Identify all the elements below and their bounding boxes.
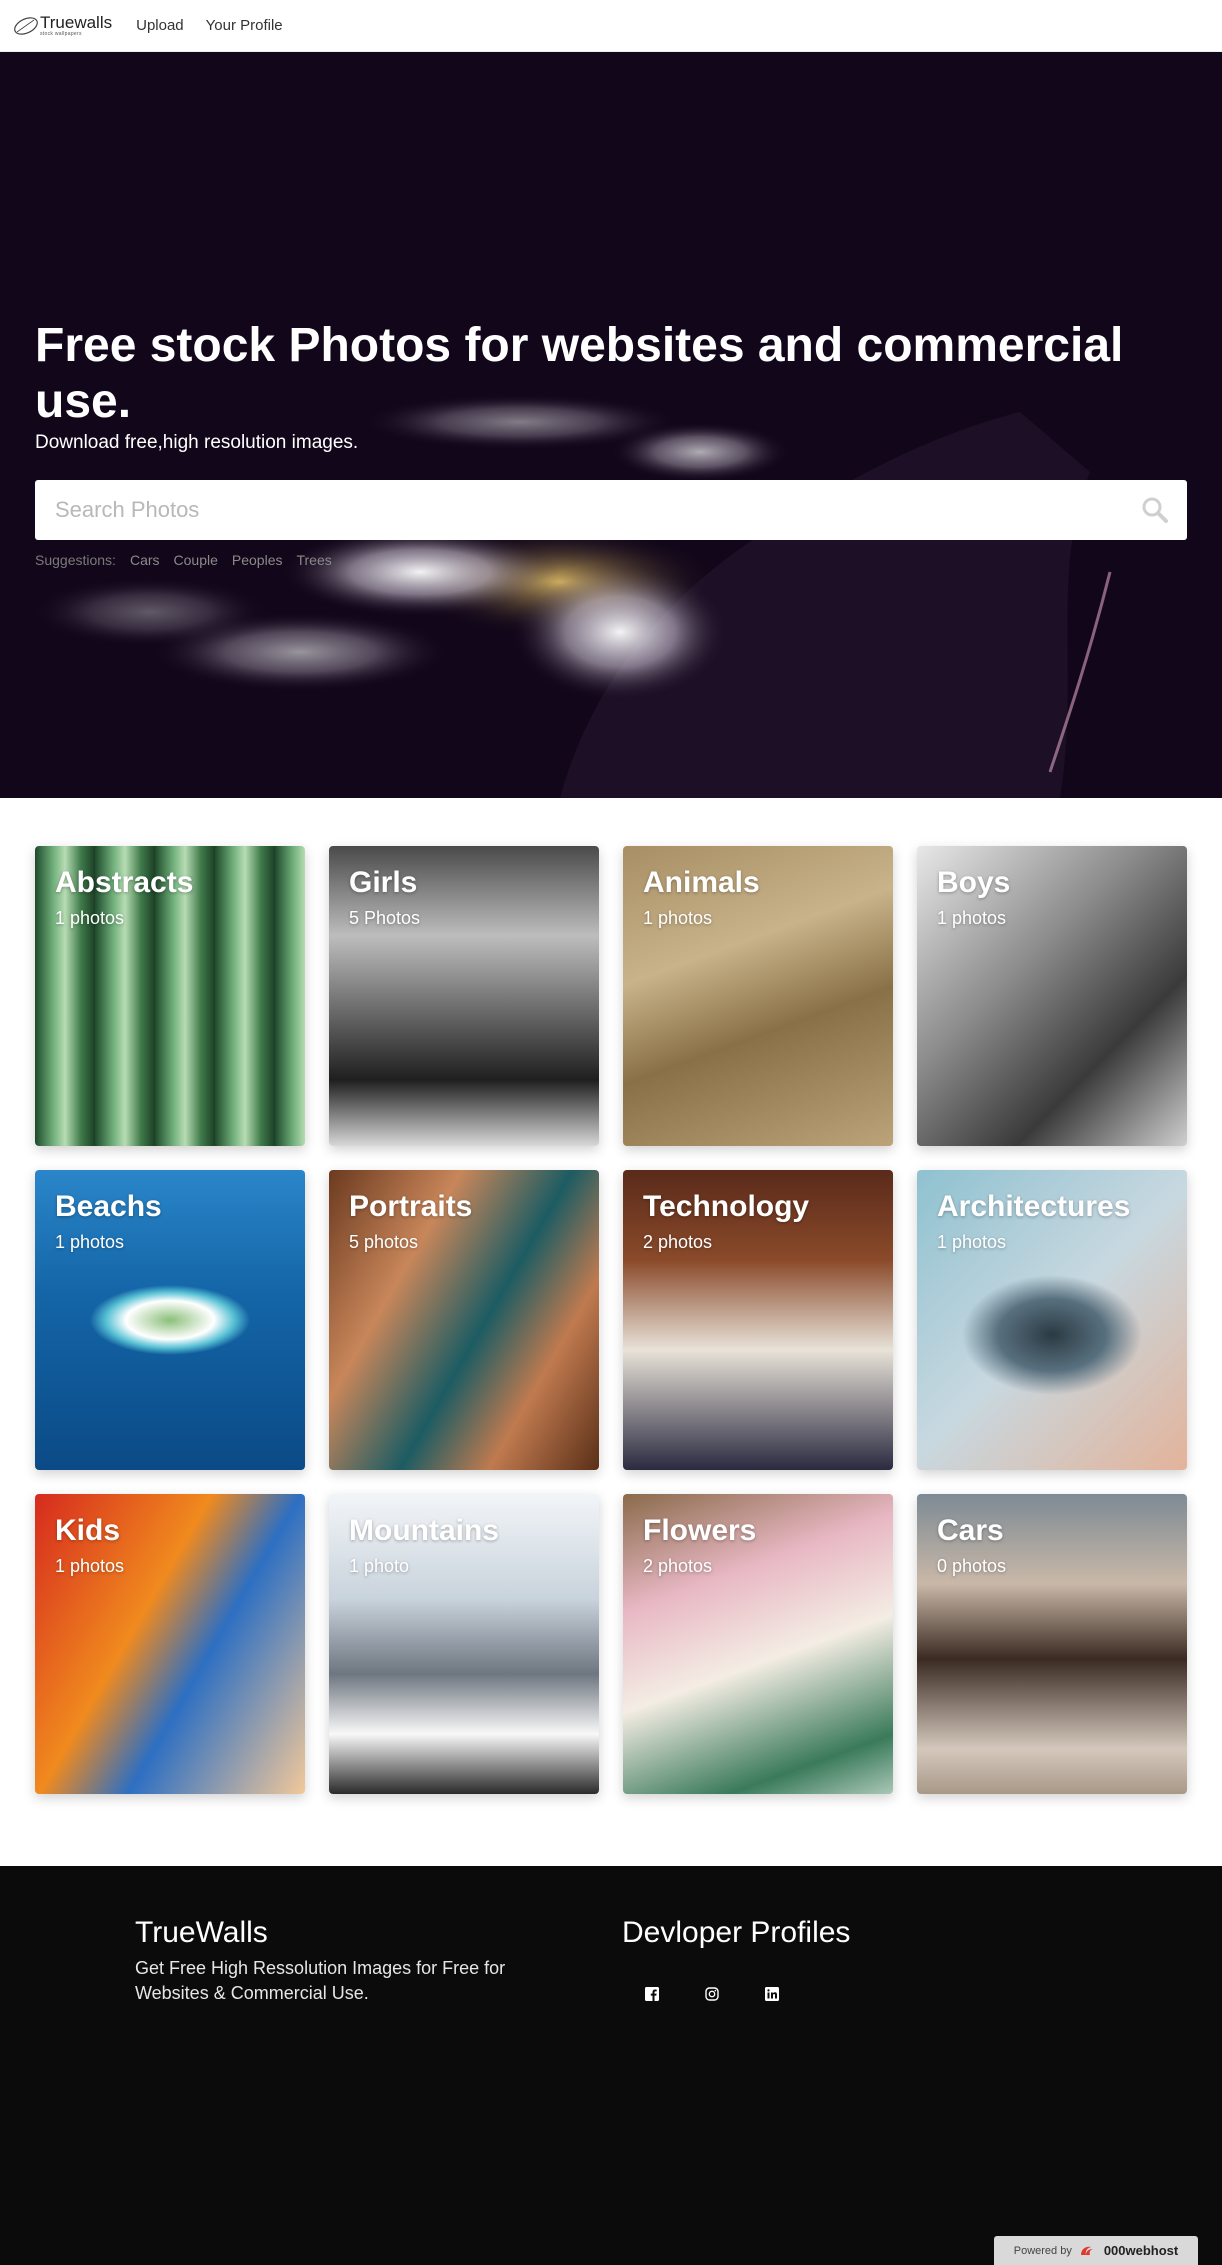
logo-tagline: stock wallpapers	[40, 31, 82, 37]
category-title: Boys	[937, 866, 1011, 899]
hero-section: Free stock Photos for websites and comme…	[0, 52, 1222, 798]
category-count: 0 photos	[937, 1556, 1007, 1576]
suggestion-link[interactable]: Couple	[174, 552, 218, 568]
category-count: 1 photos	[937, 1232, 1007, 1252]
category-title: Animals	[643, 866, 760, 899]
category-card-architectures[interactable]: Architectures 1 photos	[917, 1170, 1187, 1470]
category-card-boys[interactable]: Boys 1 photos	[917, 846, 1187, 1146]
suggestion-link[interactable]: Peoples	[232, 552, 283, 568]
category-count: 5 Photos	[349, 908, 421, 928]
social-links	[622, 1974, 802, 2014]
search-input[interactable]	[53, 496, 1141, 524]
category-card-abstracts[interactable]: Abstracts 1 photos	[35, 846, 305, 1146]
category-title: Architectures	[937, 1190, 1131, 1223]
facebook-icon	[645, 1987, 659, 2001]
top-navbar: Truewalls stock wallpapers Upload Your P…	[0, 0, 1222, 52]
category-card-portraits[interactable]: Portraits 5 photos	[329, 1170, 599, 1470]
category-title: Girls	[349, 866, 418, 899]
suggestions-label: Suggestions:	[35, 552, 116, 568]
hero-title: Free stock Photos for websites and comme…	[35, 319, 1124, 428]
footer-description: Get Free High Ressolution Images for Fre…	[135, 1958, 506, 2003]
linkedin-icon	[765, 1987, 779, 2001]
category-card-beachs[interactable]: Beachs 1 photos	[35, 1170, 305, 1470]
category-count: 2 photos	[643, 1556, 713, 1576]
category-count: 5 photos	[349, 1232, 419, 1252]
nav-link-profile[interactable]: Your Profile	[206, 17, 283, 34]
logo-leaf-icon	[14, 16, 38, 35]
category-card-girls[interactable]: Girls 5 Photos	[329, 846, 599, 1146]
category-title: Kids	[55, 1514, 121, 1547]
category-title: Cars	[937, 1514, 1004, 1547]
category-card-technology[interactable]: Technology 2 photos	[623, 1170, 893, 1470]
suggestion-link[interactable]: Cars	[130, 552, 160, 568]
hero-subtitle: Download free,high resolution images.	[35, 432, 359, 453]
category-title: Beachs	[55, 1190, 162, 1223]
category-count: 1 photos	[55, 908, 125, 928]
footer: TrueWalls Get Free High Ressolution Imag…	[0, 1866, 1222, 2265]
linkedin-link[interactable]	[742, 1974, 802, 2014]
developer-profiles-title: Devloper Profiles	[622, 1916, 851, 1949]
category-count: 1 photos	[55, 1556, 125, 1576]
category-count: 1 photos	[643, 908, 713, 928]
category-card-kids[interactable]: Kids 1 photos	[35, 1494, 305, 1794]
category-card-cars[interactable]: Cars 0 photos	[917, 1494, 1187, 1794]
category-count: 1 photos	[937, 908, 1007, 928]
instagram-link[interactable]	[682, 1974, 742, 2014]
category-title: Technology	[643, 1190, 810, 1223]
category-title: Flowers	[643, 1514, 757, 1547]
instagram-icon	[705, 1987, 719, 2001]
category-count: 1 photo	[349, 1556, 410, 1576]
category-card-flowers[interactable]: Flowers 2 photos	[623, 1494, 893, 1794]
search-suggestions: Suggestions: Cars Couple Peoples Trees	[35, 552, 332, 568]
footer-brand: TrueWalls	[135, 1916, 268, 1949]
powered-by-badge[interactable]: Powered by 000webhost	[994, 2236, 1198, 2265]
nav-link-upload[interactable]: Upload	[136, 17, 184, 34]
logo-name: Truewalls	[40, 13, 113, 32]
powered-by-brand: 000webhost	[1103, 2243, 1179, 2258]
powered-by-label: Powered by	[1013, 2244, 1072, 2257]
facebook-link[interactable]	[622, 1974, 682, 2014]
category-title: Portraits	[349, 1190, 473, 1223]
category-title: Mountains	[349, 1514, 499, 1547]
search-icon[interactable]	[1141, 496, 1169, 524]
category-card-animals[interactable]: Animals 1 photos	[623, 846, 893, 1146]
logo[interactable]: Truewalls stock wallpapers	[12, 14, 112, 37]
category-card-mountains[interactable]: Mountains 1 photo	[329, 1494, 599, 1794]
search-bar	[35, 480, 1187, 540]
suggestion-link[interactable]: Trees	[296, 552, 331, 568]
category-count: 2 photos	[643, 1232, 713, 1252]
category-title: Abstracts	[55, 866, 194, 899]
category-grid: Abstracts 1 photos Girls 5 Photos Animal…	[35, 846, 1187, 1794]
webhost-logo-icon	[1080, 2246, 1093, 2255]
category-count: 1 photos	[55, 1232, 125, 1252]
